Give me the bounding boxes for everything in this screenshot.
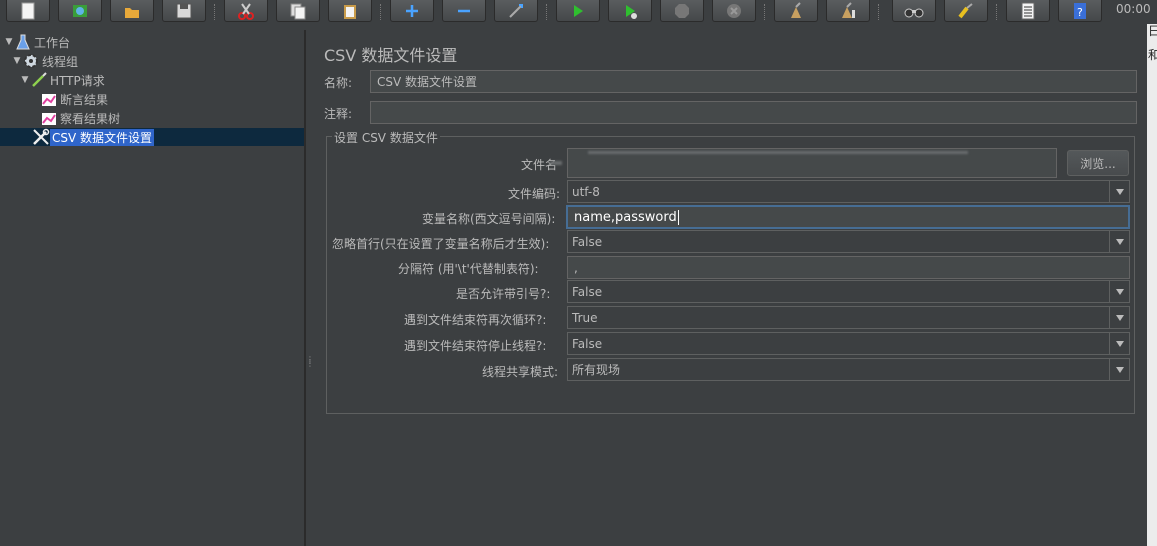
tree-item-http-request[interactable]: ▼ HTTP请求 [20,71,107,89]
templates-icon[interactable] [58,0,102,22]
chart-icon [40,91,58,107]
varnames-label: 变量名称(西文逗号间隔): [422,212,556,226]
search-icon[interactable] [892,0,936,22]
save-icon[interactable] [162,0,206,22]
log-viewer-icon[interactable] [1006,0,1050,22]
browse-button[interactable]: 浏览... [1067,150,1129,176]
sharing-mode-label: 线程共享模式: [482,365,559,379]
start-icon[interactable] [556,0,600,22]
new-icon[interactable] [6,0,50,22]
start-no-pause-icon[interactable] [608,0,652,22]
comment-label: 注释: [324,107,353,121]
tree-item-label: 断言结果 [60,92,109,107]
chevron-down-icon[interactable] [1109,281,1129,302]
tree-item-assertion-results[interactable]: 断言结果 [40,90,110,108]
chevron-down-icon[interactable] [1109,333,1129,354]
copy-icon[interactable] [276,0,320,22]
allow-quoted-value: False [572,284,603,299]
tree-item-label: 线程组 [42,54,79,69]
help-icon[interactable]: ? [1058,0,1102,22]
tree-item-label: 察看结果树 [60,111,121,126]
comment-field[interactable] [370,101,1137,124]
sharing-mode-select[interactable]: 所有现场 [567,358,1130,381]
text-cursor [677,209,679,225]
allow-quoted-select[interactable]: False [567,280,1130,303]
wrench-icon [32,128,50,145]
chevron-down-icon[interactable] [1109,359,1129,380]
toolbar: ? 00:00 [0,0,1157,24]
background-window-text: 日 [1148,24,1157,38]
encoding-select[interactable]: utf-8 [567,180,1130,203]
chart-icon [40,110,58,126]
tree-item-label: HTTP请求 [50,73,105,88]
background-window-strip [1147,24,1157,546]
chevron-down-icon[interactable] [1109,181,1129,202]
expand-arrow-icon[interactable]: ▼ [4,37,14,47]
gear-icon [22,53,40,69]
stop-on-eof-select[interactable]: False [567,332,1130,355]
svg-text:?: ? [1077,6,1083,19]
clear-all-icon[interactable] [826,0,870,22]
splitter[interactable] [304,30,306,546]
encoding-value: utf-8 [572,184,600,199]
reset-search-icon[interactable] [944,0,988,22]
sharing-mode-value: 所有现场 [572,363,621,377]
chevron-down-icon[interactable] [1109,231,1129,252]
group-title: 设置 CSV 数据文件 [332,129,440,146]
encoding-label: 文件编码: [508,187,561,201]
ignore-first-line-label: 忽略首行(只在设置了变量名称后才生效): [332,237,550,251]
clear-icon[interactable] [774,0,818,22]
tree-item-workbench[interactable]: ▼ 工作台 [4,33,72,51]
background-window-text: 和 [1148,48,1157,62]
tree-item-label: 工作台 [34,35,71,50]
delimiter-field[interactable]: , [567,256,1130,279]
ignore-first-line-value: False [572,234,603,249]
recycle-on-eof-select[interactable]: True [567,306,1130,329]
chevron-down-icon[interactable] [1109,307,1129,328]
page-title: CSV 数据文件设置 [324,46,458,65]
delimiter-label: 分隔符 (用'\t'代替制表符): [398,262,539,276]
shutdown-icon[interactable] [712,0,756,22]
tree-item-view-results-tree[interactable]: 察看结果树 [40,109,122,127]
recycle-on-eof-label: 遇到文件结束符再次循环?: [404,313,547,327]
expand-icon[interactable] [390,0,434,22]
flask-icon [14,34,32,50]
tree-item-csv-data-set[interactable]: CSV 数据文件设置 [0,128,304,146]
expand-arrow-icon[interactable]: ▼ [20,75,30,85]
name-label: 名称: [324,76,353,90]
collapse-icon[interactable] [442,0,486,22]
test-plan-tree: ▼ 工作台 ▼ 线程组 ▼ HTTP请求 断言结果 察看结果树 CSV 数据文件… [0,30,304,546]
cut-icon[interactable] [224,0,268,22]
name-field[interactable]: CSV 数据文件设置 [370,70,1137,93]
allow-quoted-label: 是否允许带引号?: [456,287,551,301]
elapsed-time: 00:00 [1116,2,1151,16]
ignore-first-line-select[interactable]: False [567,230,1130,253]
csv-config-panel: CSV 数据文件设置 名称: CSV 数据文件设置 注释: 设置 CSV 数据文… [312,30,1147,546]
expand-arrow-icon[interactable]: ▼ [12,56,22,66]
stop-icon[interactable] [660,0,704,22]
tree-item-label: CSV 数据文件设置 [50,128,155,146]
paste-icon[interactable] [328,0,372,22]
filename-field[interactable] [567,148,1057,178]
varnames-value: name,password [574,209,677,225]
pipette-icon [30,72,48,88]
open-icon[interactable] [110,0,154,22]
tree-item-thread-group[interactable]: ▼ 线程组 [12,52,80,70]
stop-on-eof-label: 遇到文件结束符停止线程?: [404,339,547,353]
varnames-field[interactable]: name,password [566,205,1130,229]
stop-on-eof-value: False [572,336,603,351]
toggle-icon[interactable] [494,0,538,22]
recycle-on-eof-value: True [572,310,598,325]
